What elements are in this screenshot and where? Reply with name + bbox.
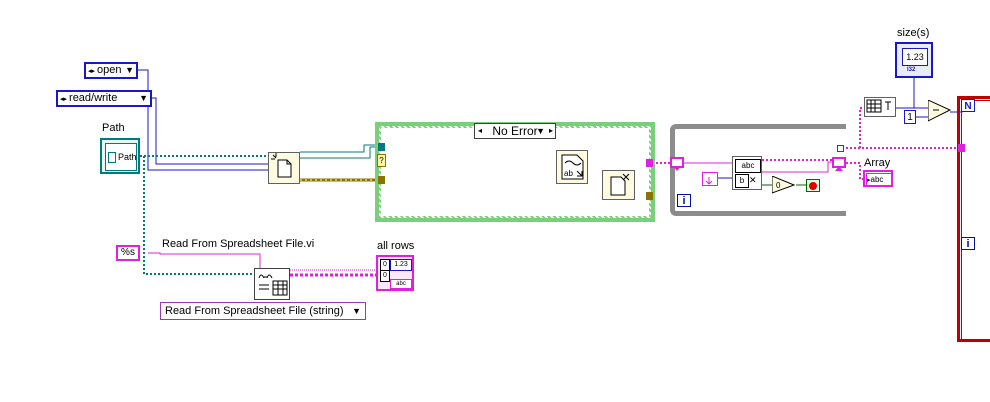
shift-register-left[interactable] bbox=[670, 157, 684, 171]
array-indicator-terminal[interactable]: ▸abc bbox=[863, 170, 893, 187]
all-rows-label: all rows bbox=[377, 240, 415, 252]
refnum-tunnel-in bbox=[378, 143, 385, 151]
path-control-terminal[interactable]: Path bbox=[100, 138, 140, 174]
for-iteration-terminal: i bbox=[961, 237, 975, 250]
all-rows-numeric: 1.23 bbox=[390, 259, 412, 271]
open-mode-ring[interactable]: ◂▸ open ▼ bbox=[84, 62, 138, 79]
size-wire bbox=[913, 77, 928, 109]
format-string-constant[interactable]: %s bbox=[116, 245, 140, 261]
close-file-node[interactable] bbox=[602, 170, 635, 200]
subtract-node[interactable] bbox=[928, 100, 952, 122]
readwrite-ring-label: read/write bbox=[69, 92, 118, 104]
read-write-ring[interactable]: ◂▸ read/write ▼ bbox=[56, 90, 152, 107]
polymorphic-selector-text: Read From Spreadsheet File (string) bbox=[165, 305, 344, 317]
path-wire-down bbox=[143, 156, 254, 275]
match-pattern-node[interactable]: abc b ✕ bbox=[732, 156, 762, 190]
match-pattern-x-icon: ✕ bbox=[749, 175, 757, 185]
dropdown-arrow-icon[interactable]: ▼ bbox=[125, 64, 134, 77]
error-tunnel-in bbox=[378, 176, 385, 184]
while-loop-corner-bottom bbox=[836, 211, 846, 216]
svg-text:ab: ab bbox=[564, 169, 573, 178]
path-control-label: Path bbox=[102, 122, 125, 134]
size-indicator-value: 1.23 bbox=[902, 48, 928, 66]
case-selector-label[interactable]: ◂ No Error ▼ ▸ bbox=[474, 123, 556, 139]
size-indicator-label: size(s) bbox=[897, 27, 930, 39]
all-rows-string: abc bbox=[390, 279, 412, 289]
dropdown-arrow-icon[interactable]: ▼ bbox=[139, 92, 148, 105]
polymorphic-vi-selector[interactable]: Read From Spreadsheet File (string) ▼ bbox=[160, 302, 366, 320]
prev-case-icon[interactable]: ◂ bbox=[478, 124, 482, 138]
case-selector-terminal: ? bbox=[377, 154, 386, 167]
for-loop-string-tunnel bbox=[958, 144, 965, 152]
shift-register-right[interactable] bbox=[832, 157, 846, 171]
path-folder-icon bbox=[108, 152, 116, 163]
for-loop-inner-border bbox=[961, 100, 990, 341]
shift-register-up-arrow-icon bbox=[835, 166, 843, 171]
all-rows-index-col: 0 bbox=[380, 270, 390, 282]
while-loop-corner-top bbox=[836, 124, 846, 129]
array-size-icon bbox=[866, 99, 891, 113]
match-pattern-top: abc bbox=[735, 159, 761, 173]
error-tunnel-out bbox=[646, 192, 653, 200]
array-indicator-label: Array bbox=[864, 157, 891, 169]
case-dropdown-arrow-icon[interactable]: ▼ bbox=[536, 124, 545, 138]
path-icon: Path bbox=[105, 143, 137, 171]
read-from-text-file-node[interactable]: ab bbox=[556, 150, 588, 184]
down-arrow-icon bbox=[705, 177, 713, 185]
open-ring-label: open bbox=[97, 64, 122, 76]
read-text-icon: ab bbox=[561, 154, 584, 180]
zero-const-text: 0 bbox=[776, 181, 781, 190]
polymorphic-dropdown-icon[interactable]: ▼ bbox=[352, 303, 361, 319]
array-indicator-text: abc bbox=[870, 175, 884, 184]
file-open-icon bbox=[271, 153, 292, 178]
count-terminal: N bbox=[961, 99, 975, 112]
size-type-label: I32 bbox=[907, 67, 916, 73]
array-size-node[interactable] bbox=[864, 97, 896, 117]
string-tunnel-out bbox=[646, 159, 653, 167]
all-rows-indicator[interactable]: 0 0 1.23 abc bbox=[376, 255, 414, 291]
stop-icon bbox=[809, 182, 817, 190]
match-pattern-bottom: b bbox=[735, 174, 749, 188]
case-selector-value: No Error bbox=[492, 124, 538, 138]
next-case-icon[interactable]: ▸ bbox=[549, 124, 553, 138]
while-iteration-terminal: i bbox=[677, 194, 691, 207]
array-indicator-inner: ▸abc bbox=[866, 173, 892, 186]
empty-string-constant[interactable] bbox=[702, 172, 718, 186]
readwrite-wire bbox=[152, 97, 268, 165]
spreadsheet-glasses-icon bbox=[258, 274, 288, 296]
indexing-tunnel bbox=[837, 145, 844, 152]
refnum-wire-2 bbox=[300, 144, 378, 153]
size-indicator-terminal[interactable]: 1.23 I32 bbox=[895, 42, 933, 78]
open-create-replace-file-node[interactable] bbox=[268, 152, 300, 184]
for-loop-border[interactable] bbox=[957, 96, 990, 342]
close-file-icon bbox=[610, 173, 630, 196]
increment-decrement-icon[interactable]: ◂▸ bbox=[88, 68, 95, 75]
path-icon-text: Path bbox=[118, 152, 137, 162]
read-spreadsheet-subvi[interactable] bbox=[254, 268, 290, 300]
read-spreadsheet-label: Read From Spreadsheet File.vi bbox=[162, 238, 315, 250]
stop-terminal[interactable] bbox=[806, 179, 820, 192]
block-diagram[interactable]: ◂▸ open ▼ ◂▸ read/write ▼ Path Path ◂ No E… bbox=[0, 0, 990, 402]
increment-decrement-icon[interactable]: ◂▸ bbox=[60, 96, 67, 103]
shift-register-arrow-icon bbox=[673, 166, 681, 171]
one-constant[interactable]: 1 bbox=[904, 110, 916, 124]
not-equal-zero-node[interactable]: 0 bbox=[772, 176, 796, 194]
format-wire bbox=[148, 252, 261, 270]
